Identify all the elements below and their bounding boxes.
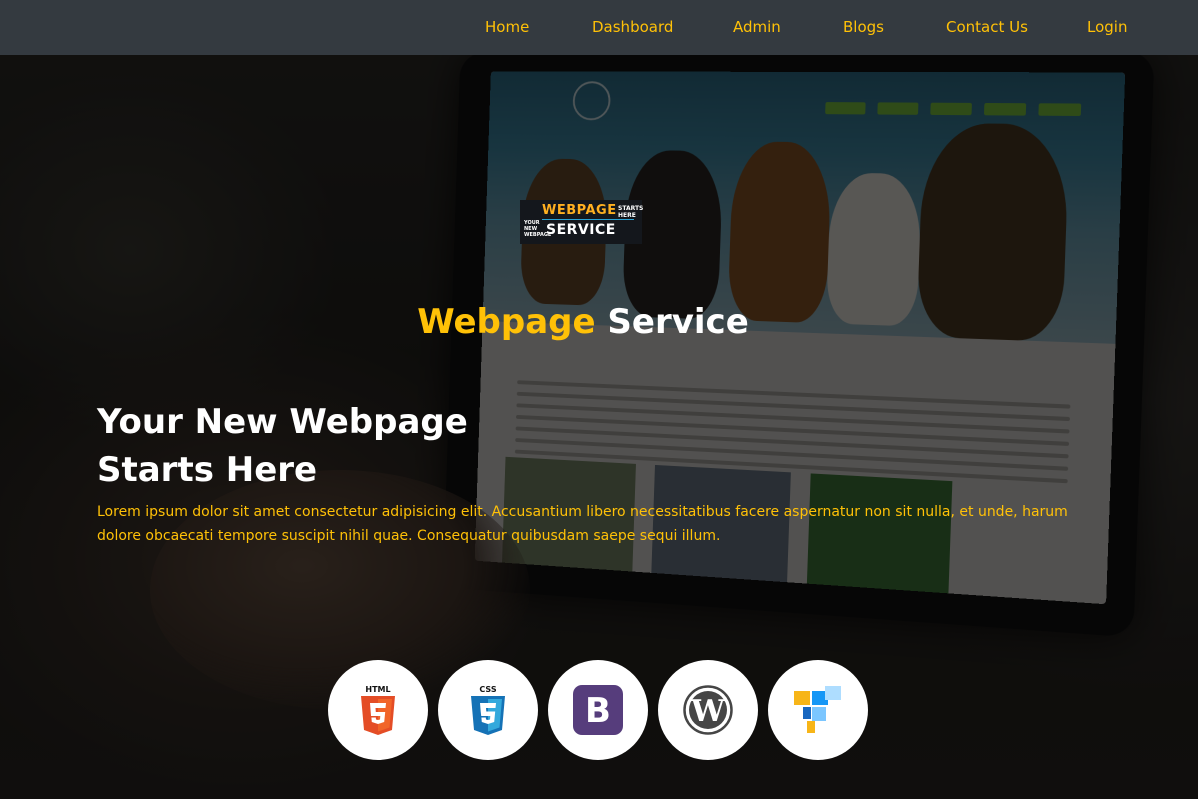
page-title: Webpage Service bbox=[0, 302, 1166, 342]
logo-word-webpage: WEBPAGE bbox=[542, 203, 617, 218]
hero-description: Lorem ipsum dolor sit amet consectetur a… bbox=[97, 504, 1068, 544]
svg-text:W: W bbox=[690, 694, 726, 729]
svg-text:HTML: HTML bbox=[365, 685, 390, 694]
brand-logo: WEBPAGE STARTS HERE YOUR NEW WEBPAGE SERVIC… bbox=[520, 200, 644, 244]
nav-link-blogs[interactable]: Blogs bbox=[843, 18, 884, 36]
svg-text:B: B bbox=[585, 691, 611, 731]
vuetify-badge bbox=[768, 660, 868, 760]
page-title-rest: Service bbox=[607, 302, 749, 342]
bootstrap-icon: B bbox=[573, 685, 623, 735]
css3-badge: CSS bbox=[438, 660, 538, 760]
nav-link-contact-us[interactable]: Contact Us bbox=[946, 18, 1028, 36]
bootstrap-badge: B bbox=[548, 660, 648, 760]
logo-starts-here: STARTS HERE bbox=[618, 205, 644, 219]
html5-icon: HTML bbox=[361, 685, 395, 735]
navbar: Home Dashboard Admin Blogs Contact Us Lo… bbox=[0, 0, 1198, 55]
nav-link-login[interactable]: Login bbox=[1087, 18, 1127, 36]
html5-badge: HTML bbox=[328, 660, 428, 760]
wordpress-badge: W bbox=[658, 660, 758, 760]
nav-link-admin[interactable]: Admin bbox=[733, 18, 781, 36]
wordpress-icon: W bbox=[683, 685, 733, 735]
logo-word-service: SERVICE bbox=[546, 222, 616, 238]
css3-icon: CSS bbox=[471, 685, 505, 735]
nav-link-home[interactable]: Home bbox=[485, 18, 529, 36]
vuetify-icon bbox=[794, 686, 841, 733]
svg-text:CSS: CSS bbox=[479, 685, 496, 694]
technology-icons: HTML CSS B W bbox=[328, 660, 870, 760]
hero-headline: Your New Webpage Starts Here bbox=[97, 402, 468, 490]
nav-link-dashboard[interactable]: Dashboard bbox=[592, 18, 673, 36]
page-title-accent: Webpage bbox=[417, 302, 596, 342]
hero-section: WEBPAGE STARTS HERE YOUR NEW WEBPAGE SERVIC… bbox=[0, 0, 1198, 799]
